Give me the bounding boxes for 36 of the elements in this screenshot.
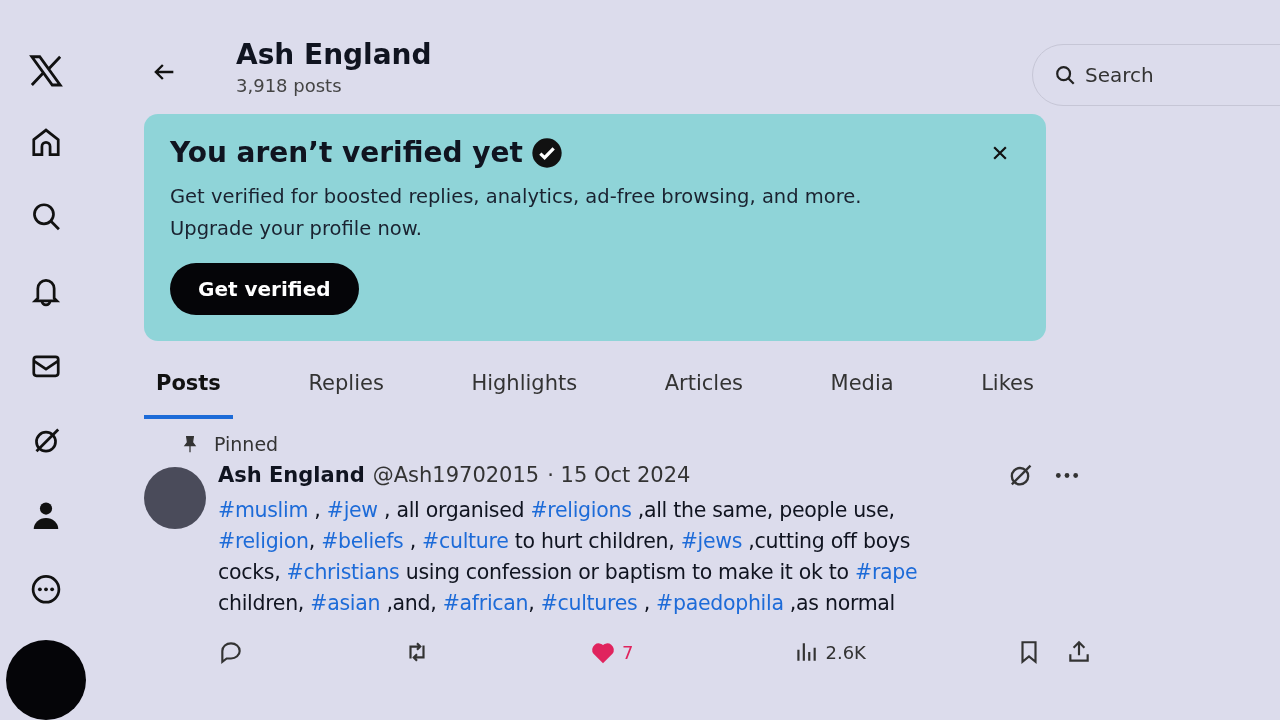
profile-name: Ash England (236, 38, 432, 71)
profile-tab[interactable]: Likes (969, 359, 1046, 419)
hashtag-link[interactable]: #religions (530, 498, 632, 522)
profile-tab[interactable]: Posts (144, 359, 233, 419)
hashtag-link[interactable]: #cultures (540, 591, 638, 615)
pinned-label: Pinned (214, 433, 279, 455)
banner-text: Get verified for boosted replies, analytics, ad-free browsing, and more. Upgrade your profile now. (170, 184, 863, 242)
profile-tab[interactable]: Replies (296, 359, 396, 419)
search-field[interactable]: Search (1032, 44, 1280, 106)
like-count: 7 (622, 641, 634, 663)
post-date: · 15 Oct 2024 (547, 463, 691, 487)
hashtag-link[interactable]: #religion (218, 529, 309, 553)
post-count: 3,918 posts (236, 75, 343, 96)
verified-badge-icon (530, 136, 563, 169)
author-handle[interactable]: @Ash19702015 (372, 463, 540, 487)
search-icon (1054, 64, 1076, 86)
more-icon[interactable] (1053, 470, 1080, 480)
reply-icon[interactable] (218, 639, 244, 665)
hashtag-link[interactable]: #muslim (218, 498, 309, 522)
hashtag-link[interactable]: #paedophila (656, 591, 784, 615)
profile-tab[interactable]: Highlights (459, 359, 590, 419)
hashtag-link[interactable]: #culture (422, 529, 509, 553)
author-name[interactable]: Ash England (218, 463, 365, 487)
hashtag-link[interactable]: #jews (680, 529, 743, 553)
hashtag-link[interactable]: #beliefs (321, 529, 404, 553)
hashtag-link[interactable]: #rape (855, 560, 918, 584)
hashtag-link[interactable]: #asian (310, 591, 381, 615)
banner-title: You aren’t verified yet (170, 136, 523, 169)
profile-tab[interactable]: Articles (652, 359, 755, 419)
view-count: 2.6K (825, 641, 866, 663)
profile-tab[interactable]: Media (818, 359, 906, 419)
hashtag-link[interactable]: #christians (286, 560, 400, 584)
hashtag-link[interactable]: #jew (326, 498, 378, 522)
hashtag-link[interactable]: #african (442, 591, 529, 615)
get-verified-button[interactable]: Get verified (170, 263, 359, 315)
post-text: #muslim , #jew , all organised #religions ,all the same, people use, #religion, #beliefs , #culture to hurt children, #jews ,cutting off boys cocks, #christians using confession or baptism to make it ok to #rape children, #asian ,and, #african, #cultures , #paedophila ,as normal (218, 497, 919, 617)
